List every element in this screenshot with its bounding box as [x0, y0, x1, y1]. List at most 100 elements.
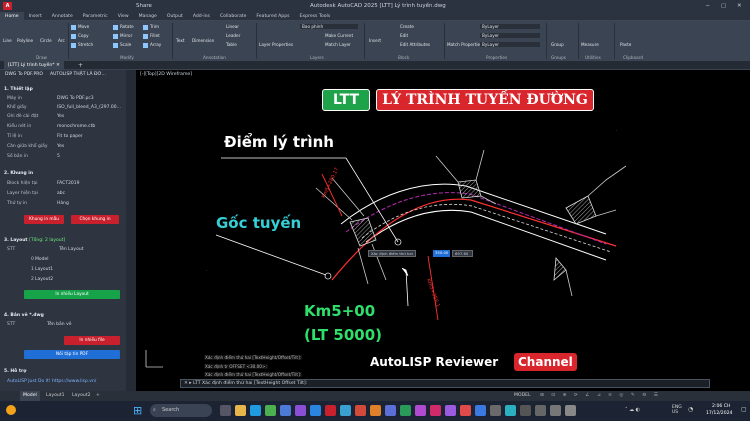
layout-tab-layout1[interactable]: Layout1 — [46, 391, 65, 401]
tab-output[interactable]: Output — [162, 12, 188, 21]
app-icon[interactable] — [505, 405, 516, 416]
app-icon[interactable] — [385, 405, 396, 416]
layer-properties-button[interactable]: Layer Properties — [259, 42, 293, 47]
setting-row[interactable]: Máy in DWG To PDF.pc3 — [7, 96, 123, 102]
model-space-indicator[interactable]: MODEL — [514, 391, 531, 401]
layout-row[interactable]: 0 Model — [7, 257, 123, 263]
sample-frame-button[interactable]: Khung in mẫu — [24, 215, 64, 224]
command-input[interactable]: LTT Xác định điểm thứ hai [TextHeight Of… — [193, 381, 307, 386]
app-icon[interactable] — [565, 405, 576, 416]
app-icon[interactable] — [400, 405, 411, 416]
create-button[interactable]: Create — [400, 24, 414, 29]
new-tab-button[interactable]: + — [78, 61, 83, 70]
vscode-icon[interactable] — [310, 405, 321, 416]
dynamic-input-value-2[interactable]: 697.60 — [452, 250, 473, 257]
language-indicator[interactable]: ENG US — [672, 405, 682, 415]
table-button[interactable]: Table — [226, 42, 237, 47]
clock-time[interactable]: 2:06 CH — [712, 404, 730, 409]
command-line[interactable]: ✕ ▸ LTT Xác định điểm thứ hai [TextHeigh… — [180, 379, 710, 388]
print-files-button[interactable]: In nhiều file — [64, 336, 120, 345]
tab-home[interactable]: Home — [0, 12, 24, 21]
app-icon[interactable] — [490, 405, 501, 416]
mirror-button[interactable]: Mirror — [113, 33, 132, 39]
app-icon[interactable] — [445, 405, 456, 416]
insert-button[interactable]: Insert — [369, 38, 381, 43]
tab-annotate[interactable]: Annotate — [47, 12, 78, 21]
maximize-icon[interactable]: ▢ — [721, 0, 726, 12]
panel-tab-autolisp[interactable]: AUTOLISP THẬT LÀ ĐƠ... — [50, 72, 106, 77]
clock-date[interactable]: 17/12/2024 — [706, 411, 732, 416]
status-icons[interactable]: ⊞ ⊡ ⊕ ⟳ ∠ ⊿ ≡ ◎ ✎ ⚙ ☰ — [540, 391, 661, 401]
tab-addins[interactable]: Add-ins — [188, 12, 215, 21]
tab-manage[interactable]: Manage — [134, 12, 162, 21]
edit-button[interactable]: Edit — [400, 33, 408, 38]
linear-button[interactable]: Linear — [226, 24, 239, 29]
app-icon[interactable] — [415, 405, 426, 416]
array-button[interactable]: Array — [143, 42, 161, 48]
minimize-icon[interactable]: ─ — [706, 0, 709, 12]
copy-button[interactable]: Copy — [71, 33, 89, 39]
app-icon[interactable] — [520, 405, 531, 416]
layer-dropdown[interactable]: Bao phinh — [300, 24, 358, 29]
move-button[interactable]: Move — [71, 24, 89, 30]
tab-view[interactable]: View — [113, 12, 134, 21]
start-icon[interactable]: ⊞ — [133, 404, 142, 417]
arc-button[interactable]: Arc — [58, 38, 65, 43]
setting-row[interactable]: Số bản in 5 — [7, 154, 123, 160]
notepad-icon[interactable] — [280, 405, 291, 416]
print-layouts-button[interactable]: In nhiều Layout — [24, 290, 120, 299]
stretch-button[interactable]: Stretch — [71, 42, 93, 48]
dimension-button[interactable]: Dimension — [192, 38, 214, 43]
text-button[interactable]: Text — [176, 38, 184, 43]
wifi-icon[interactable]: ◔ — [688, 406, 693, 413]
app-icon[interactable] — [355, 405, 366, 416]
measure-button[interactable]: Measure — [581, 42, 599, 47]
linetype-dropdown[interactable]: ByLayer — [480, 33, 540, 38]
chrome-icon[interactable] — [265, 405, 276, 416]
frame-row[interactable]: Block hiện tại FACT2019 — [7, 181, 123, 187]
visual-studio-icon[interactable] — [295, 405, 306, 416]
trim-button[interactable]: Trim — [143, 24, 159, 30]
tab-express-tools[interactable]: Express Tools — [295, 12, 336, 21]
tab-collaborate[interactable]: Collaborate — [215, 12, 251, 21]
tab-featured-apps[interactable]: Featured Apps — [251, 12, 294, 21]
line-button[interactable]: Line — [3, 38, 12, 43]
autocad-icon[interactable] — [325, 405, 336, 416]
edit-attributes-button[interactable]: Edit Attributes — [400, 42, 430, 47]
layout-tab-model[interactable]: Model — [20, 391, 40, 401]
app-icon[interactable] — [370, 405, 381, 416]
app-icon[interactable] — [460, 405, 471, 416]
setting-row[interactable]: Khổ giấy ISO_full_bleed_A3_(297.00... — [7, 105, 123, 111]
polyline-button[interactable]: Polyline — [17, 38, 33, 43]
notification-icon[interactable]: ▢ — [741, 406, 747, 413]
drawing-viewport[interactable]: [-][Top][2D Wireframe] Km5+280.17 Km5+35… — [136, 70, 750, 377]
close-icon[interactable]: ✕ — [737, 0, 742, 12]
setting-row[interactable]: Tỉ lệ in Fit to paper — [7, 134, 123, 140]
folder-icon[interactable] — [235, 405, 246, 416]
dynamic-input-prompt[interactable]: Xác định điểm thứ hai — [368, 250, 416, 257]
palette-side-strip[interactable] — [126, 70, 136, 391]
tab-parametric[interactable]: Parametric — [78, 12, 113, 21]
scale-button[interactable]: Scale — [113, 42, 131, 48]
tray-icons[interactable]: ˄ ☁ ◐ — [625, 407, 640, 413]
taskview-icon[interactable] — [220, 405, 231, 416]
color-dropdown[interactable]: ByLayer — [480, 24, 540, 29]
dynamic-input-value-1[interactable]: 350.00 — [433, 250, 450, 257]
layout-row[interactable]: 2 Layout2 — [7, 277, 123, 283]
share-button[interactable]: Share — [136, 0, 152, 12]
app-icon[interactable] — [535, 405, 546, 416]
frame-row[interactable]: Layer hiện tại abc — [7, 191, 123, 197]
fillet-button[interactable]: Fillet — [143, 33, 160, 39]
setting-row[interactable]: Căn giữa khổ giấy Yes — [7, 144, 123, 150]
app-icon[interactable] — [430, 405, 441, 416]
choose-frame-button[interactable]: Chọn khung in — [71, 215, 119, 224]
leader-button[interactable]: Leader — [226, 33, 240, 38]
setting-row[interactable]: Kiểu nét in monochrome.ctb — [7, 124, 123, 130]
tab-insert[interactable]: Insert — [24, 12, 47, 21]
circle-button[interactable]: Circle — [40, 38, 52, 43]
group-button[interactable]: Group — [551, 42, 564, 47]
merge-pdf-button[interactable]: Nối tập tin PDF — [24, 350, 120, 359]
setting-row[interactable]: Ghi đè cài đặt Yes — [7, 114, 123, 120]
app-icon[interactable] — [340, 405, 351, 416]
match-layer-button[interactable]: Match Layer — [325, 42, 351, 47]
